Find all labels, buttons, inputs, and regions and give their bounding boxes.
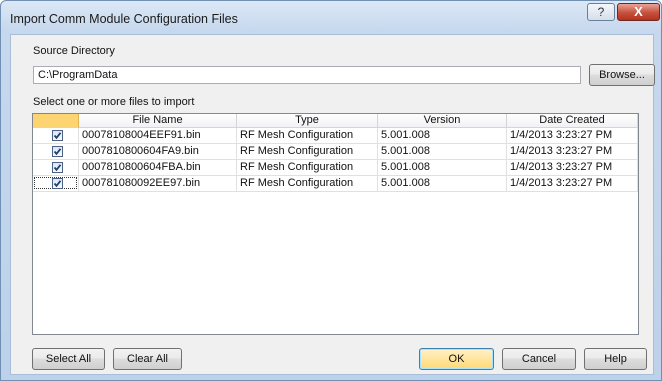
- table-row[interactable]: 0007810800604FA9.bin RF Mesh Configurati…: [33, 144, 638, 160]
- table-row[interactable]: 0007810800604FBA.bin RF Mesh Configurati…: [33, 160, 638, 176]
- row-checkbox-cell: [33, 176, 79, 191]
- clear-all-button[interactable]: Clear All: [113, 348, 182, 370]
- row-checkbox[interactable]: [52, 146, 63, 157]
- checkmark-icon: [53, 164, 62, 172]
- row-checkbox[interactable]: [52, 178, 63, 189]
- type-cell: RF Mesh Configuration: [237, 128, 378, 143]
- row-checkbox[interactable]: [52, 130, 63, 141]
- column-header-version[interactable]: Version: [378, 114, 507, 128]
- title-help-button[interactable]: ?: [587, 3, 615, 21]
- type-cell: RF Mesh Configuration: [237, 144, 378, 159]
- column-header-file-name[interactable]: File Name: [79, 114, 237, 128]
- row-checkbox-cell: [33, 160, 79, 175]
- files-table[interactable]: File Name Type Version Date Created 0007…: [32, 113, 639, 335]
- version-cell: 5.001.008: [378, 144, 507, 159]
- checkmark-icon: [53, 132, 62, 140]
- close-button[interactable]: X: [617, 3, 660, 21]
- column-header-type[interactable]: Type: [237, 114, 378, 128]
- file-name-cell: 000781080092EE97.bin: [79, 176, 237, 191]
- browse-button[interactable]: Browse...: [589, 64, 655, 86]
- row-checkbox-cell: [33, 144, 79, 159]
- version-cell: 5.001.008: [378, 176, 507, 191]
- version-cell: 5.001.008: [378, 128, 507, 143]
- type-cell: RF Mesh Configuration: [237, 160, 378, 175]
- table-row[interactable]: 00078108004EEF91.bin RF Mesh Configurati…: [33, 128, 638, 144]
- select-files-label: Select one or more files to import: [33, 96, 195, 108]
- version-cell: 5.001.008: [378, 160, 507, 175]
- column-header-date-created[interactable]: Date Created: [507, 114, 638, 128]
- type-cell: RF Mesh Configuration: [237, 176, 378, 191]
- help-button[interactable]: Help: [584, 348, 647, 370]
- file-name-cell: 0007810800604FA9.bin: [79, 144, 237, 159]
- date-created-cell: 1/4/2013 3:23:27 PM: [507, 128, 638, 143]
- help-question-icon: ?: [597, 5, 605, 19]
- close-icon: X: [634, 4, 643, 19]
- cancel-button[interactable]: Cancel: [502, 348, 576, 370]
- checkmark-icon: [53, 148, 62, 156]
- source-directory-field[interactable]: C:\ProgramData: [33, 66, 581, 84]
- row-checkbox[interactable]: [52, 162, 63, 173]
- window-title: Import Comm Module Configuration Files: [10, 12, 238, 26]
- dialog-body: Source Directory C:\ProgramData Browse..…: [10, 34, 655, 375]
- date-created-cell: 1/4/2013 3:23:27 PM: [507, 176, 638, 191]
- table-row[interactable]: 000781080092EE97.bin RF Mesh Configurati…: [33, 176, 638, 192]
- checkmark-icon: [53, 180, 62, 188]
- ok-button[interactable]: OK: [419, 348, 494, 370]
- import-dialog-window: Import Comm Module Configuration Files ?…: [0, 0, 662, 381]
- file-name-cell: 00078108004EEF91.bin: [79, 128, 237, 143]
- date-created-cell: 1/4/2013 3:23:27 PM: [507, 144, 638, 159]
- file-name-cell: 0007810800604FBA.bin: [79, 160, 237, 175]
- select-all-button[interactable]: Select All: [32, 348, 105, 370]
- date-created-cell: 1/4/2013 3:23:27 PM: [507, 160, 638, 175]
- source-directory-label: Source Directory: [33, 45, 115, 57]
- table-header-select[interactable]: [33, 114, 79, 128]
- title-bar[interactable]: Import Comm Module Configuration Files ?…: [1, 1, 661, 35]
- row-checkbox-cell: [33, 128, 79, 143]
